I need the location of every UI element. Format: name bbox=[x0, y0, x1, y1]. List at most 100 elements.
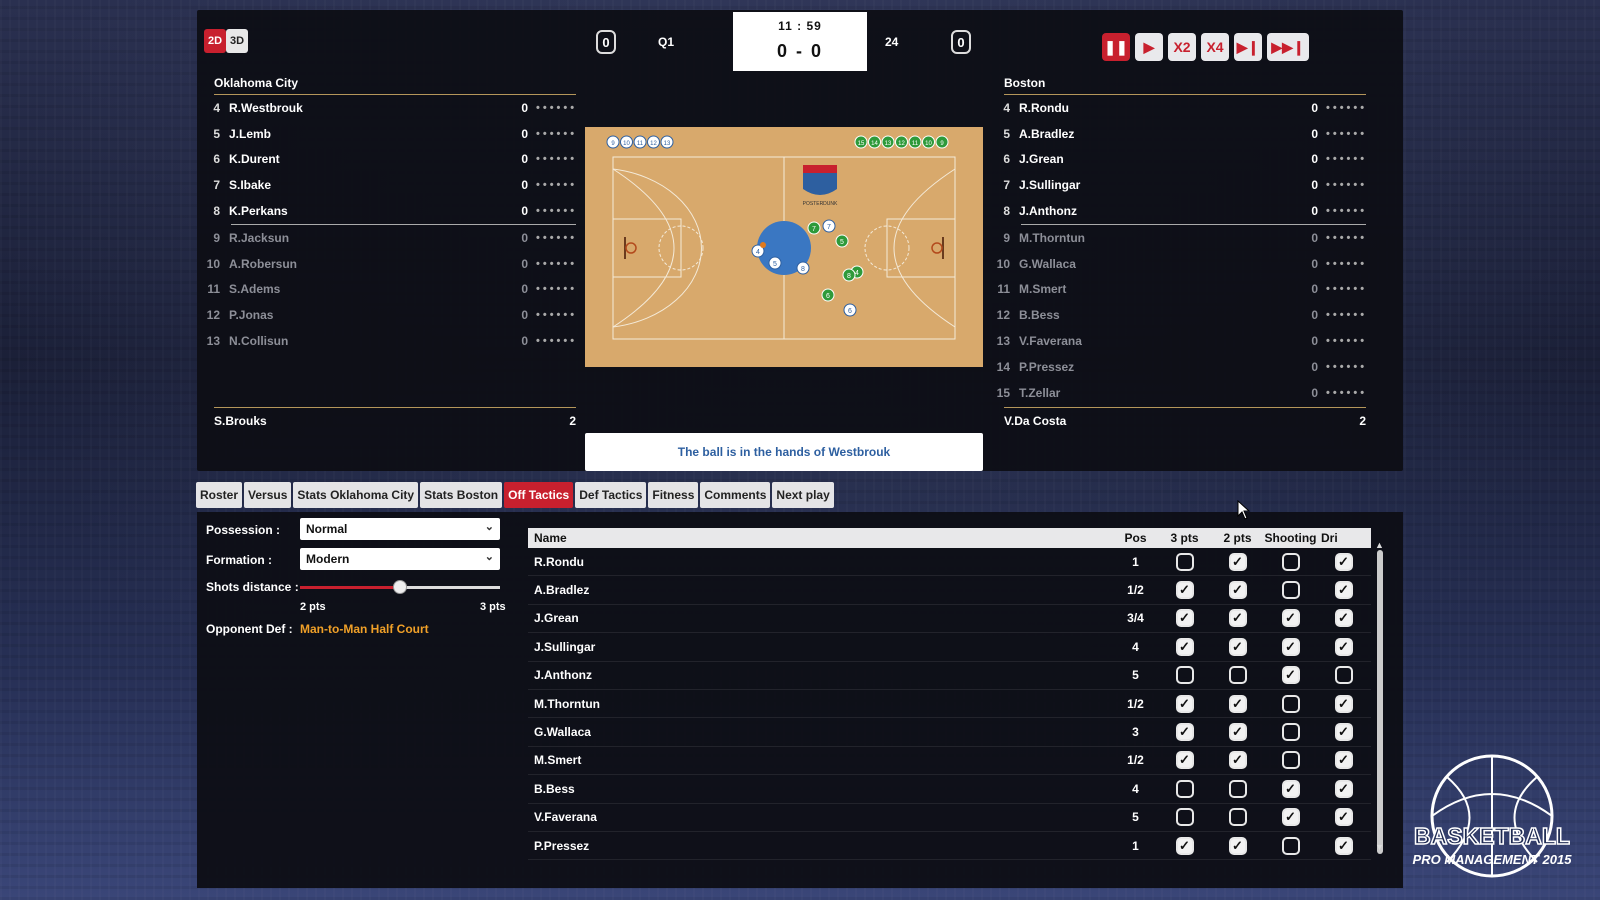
checkbox-3pts[interactable]: ✓ bbox=[1175, 751, 1194, 770]
checkbox-3pts[interactable] bbox=[1175, 666, 1194, 685]
away-player-token[interactable]: 8 bbox=[842, 268, 856, 282]
checkbox-shooting[interactable] bbox=[1281, 552, 1300, 571]
home-player-token[interactable]: 8 bbox=[796, 261, 810, 275]
away-player-token[interactable]: 5 bbox=[835, 234, 849, 248]
checkbox-3pts[interactable] bbox=[1175, 779, 1194, 798]
checkbox-shooting[interactable]: ✓ bbox=[1281, 666, 1300, 685]
checkbox-2pts[interactable] bbox=[1228, 808, 1247, 827]
checkbox-2pts[interactable]: ✓ bbox=[1228, 751, 1247, 770]
checkbox-shooting[interactable] bbox=[1281, 694, 1300, 713]
player-row[interactable]: 9 M.Thorntun 0 •••••• bbox=[987, 225, 1367, 251]
checkbox-3pts[interactable]: ✓ bbox=[1175, 581, 1194, 600]
table-scrollbar[interactable] bbox=[1377, 550, 1383, 854]
slider-thumb[interactable] bbox=[393, 580, 407, 594]
speed-x4-button[interactable]: X4 bbox=[1201, 33, 1229, 61]
checkbox-dri[interactable]: ✓ bbox=[1334, 694, 1353, 713]
checkbox-3pts[interactable]: ✓ bbox=[1175, 637, 1194, 656]
player-row[interactable]: 6 J.Grean 0 •••••• bbox=[987, 147, 1367, 173]
tab-def-tactics[interactable]: Def Tactics bbox=[575, 482, 647, 508]
player-row[interactable]: 14 P.Pressez 0 •••••• bbox=[987, 354, 1367, 380]
checkbox-2pts[interactable]: ✓ bbox=[1228, 637, 1247, 656]
checkbox-2pts[interactable] bbox=[1228, 779, 1247, 798]
player-row[interactable]: 7 J.Sullingar 0 •••••• bbox=[987, 172, 1367, 198]
player-row[interactable]: 9 R.Jacksun 0 •••••• bbox=[197, 225, 577, 251]
shots-distance-slider[interactable] bbox=[300, 580, 500, 594]
player-row[interactable]: 13 N.Collisun 0 •••••• bbox=[197, 328, 577, 354]
pause-button[interactable]: ❚❚ bbox=[1102, 33, 1130, 61]
checkbox-3pts[interactable]: ✓ bbox=[1175, 694, 1194, 713]
checkbox-2pts[interactable]: ✓ bbox=[1228, 552, 1247, 571]
player-row[interactable]: 11 S.Adems 0 •••••• bbox=[197, 277, 577, 303]
tab-comments[interactable]: Comments bbox=[700, 482, 771, 508]
possession-select[interactable]: Normal ⌄ bbox=[300, 518, 500, 540]
checkbox-dri[interactable] bbox=[1334, 666, 1353, 685]
checkbox-shooting[interactable] bbox=[1281, 723, 1300, 742]
player-row[interactable]: 12 B.Bess 0 •••••• bbox=[987, 302, 1367, 328]
checkbox-shooting[interactable]: ✓ bbox=[1281, 779, 1300, 798]
player-row[interactable]: 5 A.Bradlez 0 •••••• bbox=[987, 121, 1367, 147]
checkbox-3pts[interactable]: ✓ bbox=[1175, 836, 1194, 855]
scroll-up-icon[interactable]: ▲ bbox=[1375, 540, 1384, 550]
checkbox-2pts[interactable]: ✓ bbox=[1228, 694, 1247, 713]
checkbox-shooting[interactable] bbox=[1281, 751, 1300, 770]
player-row[interactable]: 11 M.Smert 0 •••••• bbox=[987, 277, 1367, 303]
player-row[interactable]: 8 K.Perkans 0 •••••• bbox=[197, 198, 577, 224]
checkbox-dri[interactable]: ✓ bbox=[1334, 552, 1353, 571]
player-row[interactable]: 13 V.Faverana 0 •••••• bbox=[987, 328, 1367, 354]
checkbox-2pts[interactable]: ✓ bbox=[1228, 723, 1247, 742]
tab-fitness[interactable]: Fitness bbox=[648, 482, 699, 508]
skip-next-button[interactable]: ▶❙ bbox=[1234, 33, 1262, 61]
player-row[interactable]: 12 P.Jonas 0 •••••• bbox=[197, 302, 577, 328]
checkbox-shooting[interactable] bbox=[1281, 581, 1300, 600]
play-button[interactable]: ▶ bbox=[1135, 33, 1163, 61]
checkbox-dri[interactable]: ✓ bbox=[1334, 723, 1353, 742]
player-row[interactable]: 4 R.Westbrouk 0 •••••• bbox=[197, 95, 577, 121]
player-row[interactable]: 8 J.Anthonz 0 •••••• bbox=[987, 198, 1367, 224]
tab-off-tactics[interactable]: Off Tactics bbox=[504, 482, 574, 508]
checkbox-3pts[interactable] bbox=[1175, 552, 1194, 571]
scroll-down-icon[interactable]: ▼ bbox=[1375, 842, 1384, 852]
home-player-token[interactable]: 6 bbox=[843, 303, 857, 317]
skip-end-button[interactable]: ▶▶❙ bbox=[1267, 33, 1309, 61]
speed-x2-button[interactable]: X2 bbox=[1168, 33, 1196, 61]
tab-next-play[interactable]: Next play bbox=[772, 482, 834, 508]
away-player-token[interactable]: 7 bbox=[807, 221, 821, 235]
home-player-token[interactable]: 7 bbox=[822, 219, 836, 233]
checkbox-dri[interactable]: ✓ bbox=[1334, 779, 1353, 798]
player-row[interactable]: 10 A.Robersun 0 •••••• bbox=[197, 251, 577, 277]
view-2d-button[interactable]: 2D bbox=[204, 29, 226, 53]
checkbox-dri[interactable]: ✓ bbox=[1334, 836, 1353, 855]
checkbox-3pts[interactable]: ✓ bbox=[1175, 723, 1194, 742]
checkbox-dri[interactable]: ✓ bbox=[1334, 637, 1353, 656]
cell-3pts bbox=[1158, 779, 1211, 798]
player-row[interactable]: 4 R.Rondu 0 •••••• bbox=[987, 95, 1367, 121]
checkbox-2pts[interactable]: ✓ bbox=[1228, 836, 1247, 855]
checkbox-2pts[interactable]: ✓ bbox=[1228, 609, 1247, 628]
checkbox-shooting[interactable] bbox=[1281, 836, 1300, 855]
checkbox-dri[interactable]: ✓ bbox=[1334, 808, 1353, 827]
checkbox-2pts[interactable]: ✓ bbox=[1228, 581, 1247, 600]
player-row[interactable]: 7 S.Ibake 0 •••••• bbox=[197, 172, 577, 198]
tab-roster[interactable]: Roster bbox=[196, 482, 243, 508]
away-player-token[interactable]: 6 bbox=[821, 288, 835, 302]
player-row[interactable]: 5 J.Lemb 0 •••••• bbox=[197, 121, 577, 147]
checkbox-3pts[interactable] bbox=[1175, 808, 1194, 827]
away-bench-token: 15 bbox=[854, 135, 868, 149]
player-row[interactable]: 6 K.Durent 0 •••••• bbox=[197, 147, 577, 173]
tab-versus[interactable]: Versus bbox=[244, 482, 292, 508]
checkbox-3pts[interactable]: ✓ bbox=[1175, 609, 1194, 628]
checkbox-dri[interactable]: ✓ bbox=[1334, 609, 1353, 628]
checkbox-shooting[interactable]: ✓ bbox=[1281, 808, 1300, 827]
checkbox-dri[interactable]: ✓ bbox=[1334, 751, 1353, 770]
home-player-token[interactable]: 5 bbox=[768, 256, 782, 270]
formation-select[interactable]: Modern ⌄ bbox=[300, 548, 500, 570]
tab-stats-boston[interactable]: Stats Boston bbox=[420, 482, 503, 508]
checkbox-shooting[interactable]: ✓ bbox=[1281, 637, 1300, 656]
checkbox-dri[interactable]: ✓ bbox=[1334, 581, 1353, 600]
player-row[interactable]: 15 T.Zellar 0 •••••• bbox=[987, 380, 1367, 406]
checkbox-shooting[interactable]: ✓ bbox=[1281, 609, 1300, 628]
tab-stats-oklahoma-city[interactable]: Stats Oklahoma City bbox=[293, 482, 419, 508]
checkbox-2pts[interactable] bbox=[1228, 666, 1247, 685]
player-row[interactable]: 10 G.Wallaca 0 •••••• bbox=[987, 251, 1367, 277]
view-3d-button[interactable]: 3D bbox=[226, 29, 248, 53]
